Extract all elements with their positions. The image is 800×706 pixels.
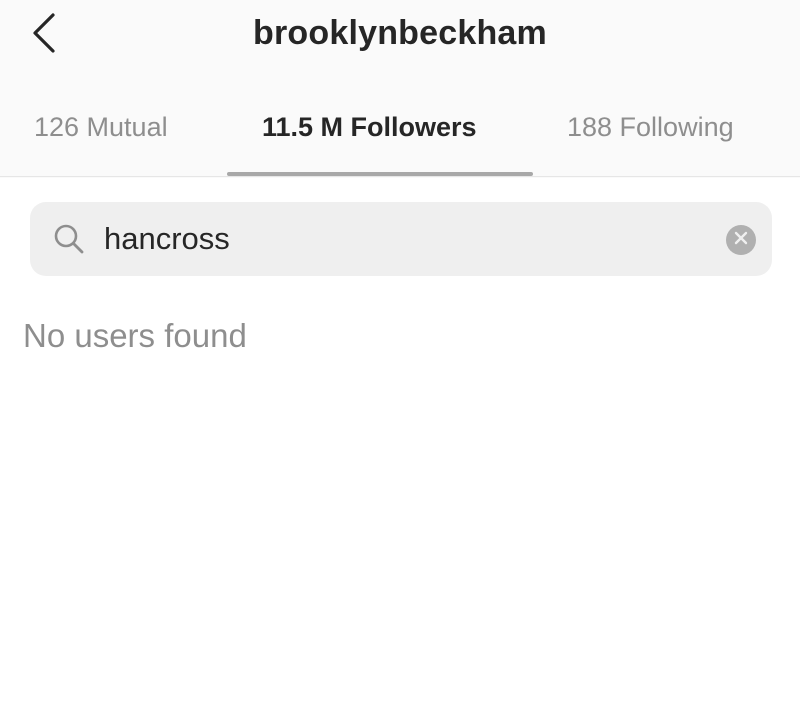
tab-mutual[interactable]: 126 Mutual [34, 112, 168, 143]
clear-search-button[interactable] [726, 225, 756, 255]
search-input[interactable] [104, 214, 704, 264]
followers-screen: brooklynbeckham 126 Mutual 11.5 M Follow… [0, 0, 800, 706]
tab-bar: 126 Mutual 11.5 M Followers 188 Followin… [0, 100, 800, 178]
tabs-divider [0, 176, 800, 177]
page-title: brooklynbeckham [253, 14, 547, 52]
no-results-message: No users found [23, 317, 247, 354]
search-icon [52, 222, 86, 256]
search-bar[interactable] [30, 202, 772, 276]
tab-following[interactable]: 188 Following [567, 112, 734, 143]
nav-header: brooklynbeckham [0, 0, 800, 80]
clear-icon [734, 231, 748, 250]
tab-followers[interactable]: 11.5 M Followers [262, 112, 477, 143]
